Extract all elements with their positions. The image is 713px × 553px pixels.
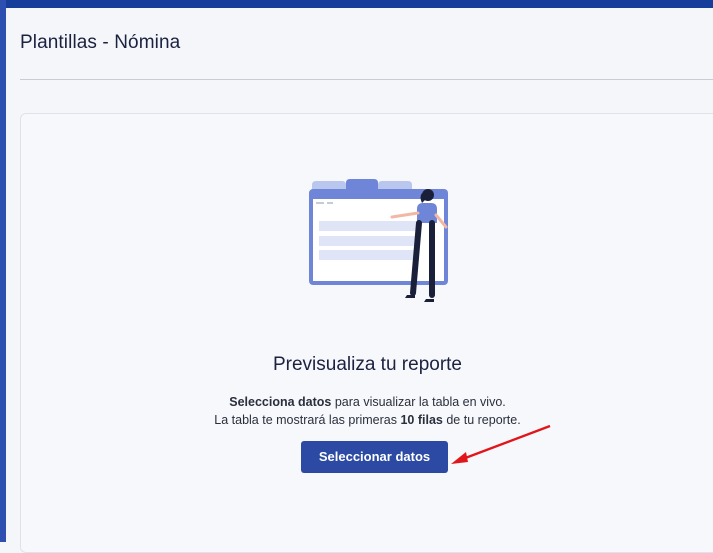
select-data-button[interactable]: Seleccionar datos [301,441,448,473]
preview-card: Previsualiza tu reporte Selecciona datos… [20,113,713,553]
description-line-2-prefix: La tabla te mostrará las primeras [214,413,401,427]
description-bold-select: Selecciona datos [229,395,332,409]
description-line-1-rest: para visualizar la tabla en vivo. [331,395,506,409]
page: Plantillas - Nómina Previsualiza tu repo… [6,8,713,553]
empty-state-heading: Previsualiza tu reporte [272,354,463,375]
title-divider [20,79,713,80]
red-arrow-icon [451,424,551,464]
empty-state-description: Selecciona datos para visualizar la tabl… [21,393,713,429]
description-line-2: La tabla te mostrará las primeras 10 fil… [21,411,713,429]
description-bold-rows: 10 filas [400,413,443,427]
top-bar [0,0,713,8]
report-preview-illustration [309,179,448,302]
description-line-1: Selecciona datos para visualizar la tabl… [21,393,713,411]
page-title: Plantillas - Nómina [20,32,181,53]
